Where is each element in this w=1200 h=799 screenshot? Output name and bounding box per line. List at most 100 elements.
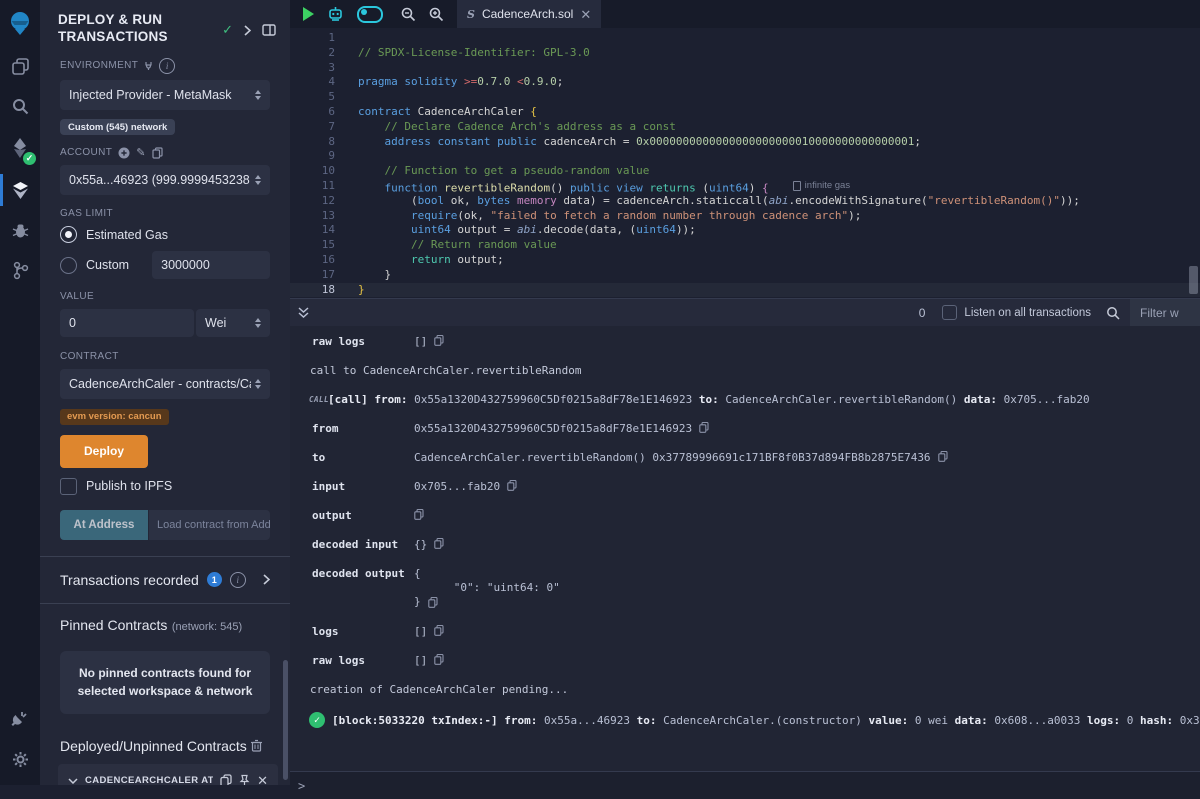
code-line-8[interactable]: 8 address constant public cadenceArch = … bbox=[290, 135, 1200, 150]
at-address-input[interactable]: Load contract from Addres bbox=[149, 510, 270, 540]
ai-assistant-icon[interactable] bbox=[327, 6, 344, 22]
run-script-icon[interactable] bbox=[303, 7, 314, 21]
terminal-search-icon[interactable] bbox=[1106, 306, 1120, 320]
terminal-kv-row: raw logs[] bbox=[290, 335, 1200, 348]
environment-select[interactable]: Injected Provider - MetaMask bbox=[60, 80, 270, 110]
line-number: 7 bbox=[290, 120, 335, 135]
line-number: 5 bbox=[290, 90, 335, 105]
estimated-gas-radio[interactable] bbox=[60, 226, 77, 243]
copy-icon[interactable] bbox=[699, 422, 709, 433]
add-account-icon[interactable] bbox=[118, 147, 130, 159]
terminal-header: 0 Listen on all transactions Filter w bbox=[290, 298, 1200, 326]
custom-gas-radio[interactable] bbox=[60, 257, 77, 274]
trash-icon[interactable] bbox=[251, 739, 262, 752]
publish-ipfs-checkbox[interactable] bbox=[60, 478, 77, 495]
value-input[interactable]: 0 bbox=[60, 309, 194, 337]
debugger-icon[interactable] bbox=[0, 210, 40, 250]
code-editor[interactable]: 12// SPDX-License-Identifier: GPL-3.034p… bbox=[290, 28, 1200, 298]
terminal-prompt[interactable]: > bbox=[290, 771, 1200, 799]
chevron-down-icon[interactable] bbox=[68, 778, 78, 784]
copy-icon[interactable] bbox=[428, 597, 438, 608]
transaction-summary-row[interactable]: ✓[block:5033220 txIndex:-] from: 0x55a..… bbox=[290, 712, 1200, 728]
code-line-3[interactable]: 3 bbox=[290, 61, 1200, 76]
plugin-manager-icon[interactable] bbox=[0, 699, 40, 739]
zoom-in-icon[interactable] bbox=[429, 7, 444, 22]
at-address-button[interactable]: At Address bbox=[60, 510, 148, 540]
line-number: 16 bbox=[290, 253, 335, 268]
line-number: 9 bbox=[290, 149, 335, 164]
transactions-expand-icon[interactable] bbox=[263, 574, 270, 585]
code-line-5[interactable]: 5 bbox=[290, 90, 1200, 105]
copy-icon[interactable] bbox=[938, 451, 948, 462]
terminal-kv-row: decoded output{ "0": "uint64: 0"} bbox=[290, 567, 1200, 609]
copy-icon[interactable] bbox=[434, 654, 444, 665]
zoom-out-icon[interactable] bbox=[401, 7, 416, 22]
account-select[interactable]: 0x55a...46923 (999.9999453238 bbox=[60, 165, 270, 195]
code-line-2[interactable]: 2// SPDX-License-Identifier: GPL-3.0 bbox=[290, 46, 1200, 61]
code-line-6[interactable]: 6contract CadenceArchCaler { bbox=[290, 105, 1200, 120]
transactions-info-icon[interactable]: i bbox=[230, 572, 246, 588]
settings-gear-icon[interactable] bbox=[0, 739, 40, 779]
publish-ipfs-label: Publish to IPFS bbox=[86, 479, 172, 493]
custom-gas-label: Custom bbox=[86, 258, 134, 272]
contract-select[interactable]: CadenceArchCaler - contracts/Cac bbox=[60, 369, 270, 399]
code-line-14[interactable]: 14 uint64 output = abi.decode(data, (uin… bbox=[290, 223, 1200, 238]
code-line-16[interactable]: 16 return output; bbox=[290, 253, 1200, 268]
line-number: 1 bbox=[290, 31, 335, 46]
code-line-15[interactable]: 15 // Return random value bbox=[290, 238, 1200, 253]
code-line-17[interactable]: 17 } bbox=[290, 268, 1200, 283]
panel-columns-icon[interactable] bbox=[262, 24, 276, 36]
tab-close-icon[interactable]: ✕ bbox=[580, 8, 591, 21]
close-instance-icon[interactable]: ✕ bbox=[257, 773, 268, 785]
copy-icon[interactable] bbox=[434, 538, 444, 549]
deploy-button[interactable]: Deploy bbox=[60, 435, 148, 468]
solidity-compiler-icon[interactable]: ✓ bbox=[0, 126, 40, 170]
file-explorer-icon[interactable] bbox=[0, 46, 40, 86]
terminal-filter-input[interactable]: Filter w bbox=[1130, 299, 1200, 326]
contract-instance-title[interactable]: CADENCEARCHCALER AT 0) bbox=[85, 775, 213, 785]
listen-checkbox[interactable] bbox=[942, 305, 957, 320]
solidity-file-icon: S bbox=[467, 8, 475, 21]
terminal-kv-row: toCadenceArchCaler.revertibleRandom() 0x… bbox=[290, 451, 1200, 464]
git-icon[interactable] bbox=[0, 250, 40, 290]
copy-icon[interactable] bbox=[434, 625, 444, 636]
remix-logo[interactable] bbox=[0, 0, 40, 46]
code-line-10[interactable]: 10 // Function to get a pseudo-random va… bbox=[290, 164, 1200, 179]
line-number: 14 bbox=[290, 223, 335, 238]
copy-icon[interactable] bbox=[434, 335, 444, 346]
code-line-11[interactable]: 11 function revertibleRandom() public vi… bbox=[290, 179, 1200, 194]
deploy-run-icon[interactable] bbox=[0, 170, 40, 210]
code-line-18[interactable]: 18} bbox=[290, 283, 1200, 298]
copy-address-icon[interactable] bbox=[220, 774, 232, 785]
environment-info-icon[interactable]: i bbox=[159, 58, 175, 74]
sign-message-icon[interactable]: ✎ bbox=[136, 146, 146, 159]
search-icon[interactable] bbox=[0, 86, 40, 126]
copy-icon[interactable] bbox=[414, 509, 424, 520]
code-line-13[interactable]: 13 require(ok, "failed to fetch a random… bbox=[290, 209, 1200, 224]
terminal-collapse-icon[interactable] bbox=[298, 307, 309, 318]
value-unit-select[interactable]: Wei bbox=[196, 309, 270, 337]
editor-scrollbar-thumb[interactable] bbox=[1189, 266, 1198, 294]
terminal-output[interactable]: raw logs[]call to CadenceArchCaler.rever… bbox=[290, 326, 1200, 771]
code-line-7[interactable]: 7 // Declare Cadence Arch's address as a… bbox=[290, 120, 1200, 135]
code-line-9[interactable]: 9 bbox=[290, 149, 1200, 164]
custom-gas-input[interactable]: 3000000 bbox=[152, 251, 270, 279]
terminal-kv-row: raw logs[] bbox=[290, 654, 1200, 667]
transaction-summary-row[interactable]: CALL[call] from: 0x55a1320D432759960C5Df… bbox=[290, 393, 1200, 406]
code-line-12[interactable]: 12 (bool ok, bytes memory data) = cadenc… bbox=[290, 194, 1200, 209]
copy-account-icon[interactable] bbox=[152, 147, 163, 159]
panel-chevron-right-icon[interactable] bbox=[244, 25, 251, 36]
panel-scrollbar[interactable] bbox=[283, 660, 288, 780]
ai-toggle-icon[interactable] bbox=[357, 6, 383, 23]
stepper-icon bbox=[255, 175, 261, 185]
pin-icon[interactable] bbox=[239, 774, 250, 785]
line-number: 18 bbox=[290, 283, 335, 298]
code-line-1[interactable]: 1 bbox=[290, 31, 1200, 46]
tab-cadencearch-sol[interactable]: S CadenceArch.sol ✕ bbox=[457, 0, 601, 28]
code-line-4[interactable]: 4pragma solidity >=0.7.0 <0.9.0; bbox=[290, 75, 1200, 90]
pinned-empty-message: No pinned contracts found for selected w… bbox=[60, 651, 270, 714]
plug-icon[interactable] bbox=[144, 61, 153, 71]
pinned-contracts-title: Pinned Contracts bbox=[60, 617, 167, 633]
transactions-recorded-title: Transactions recorded bbox=[60, 572, 199, 588]
copy-icon[interactable] bbox=[507, 480, 517, 491]
